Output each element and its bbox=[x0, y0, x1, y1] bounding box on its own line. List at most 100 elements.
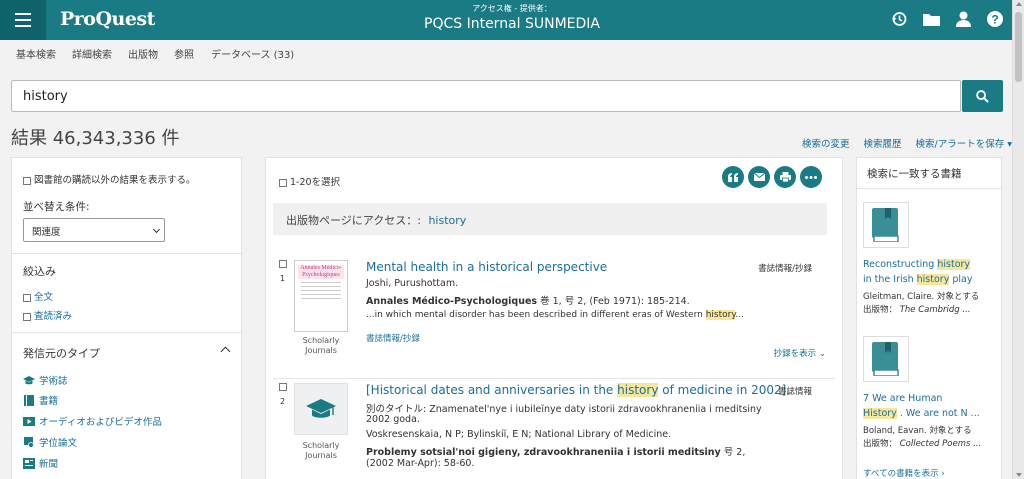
record-title[interactable]: [Historical dates and anniversaries in t… bbox=[366, 383, 790, 397]
books-panel-title: 検索に一致する書籍 bbox=[867, 168, 962, 180]
nav-bar: 基本検索 詳細検索 出版物 参照 データベース (33) bbox=[0, 40, 1012, 64]
email-button[interactable] bbox=[748, 166, 770, 188]
checkbox[interactable] bbox=[23, 176, 31, 185]
nav-browse[interactable]: 参照 bbox=[174, 46, 194, 61]
cite-button[interactable] bbox=[722, 166, 744, 188]
journal-placeholder-thumbnail[interactable] bbox=[294, 383, 348, 435]
source-type-title: 発信元のタイプ bbox=[23, 347, 100, 360]
divider bbox=[12, 253, 241, 254]
library-option[interactable]: 図書館の購読以外の結果を表示する。 bbox=[23, 172, 196, 186]
save-search-link[interactable]: 検索/アラートを保存 ▾ bbox=[916, 136, 1013, 150]
book-item: 7 We are Human History . We are not N ...… bbox=[863, 336, 997, 461]
record-number: 1 bbox=[280, 274, 286, 283]
chevron-up-icon[interactable] bbox=[220, 346, 231, 357]
result-actions bbox=[722, 166, 822, 188]
more-actions-button[interactable] bbox=[800, 166, 822, 188]
search-history-link[interactable]: 検索履歴 bbox=[863, 136, 901, 150]
book-author: Gleitman, Claire. 対象とする bbox=[863, 292, 980, 302]
filter-full-text[interactable]: 全文 bbox=[23, 289, 53, 303]
book-author: Boland, Eavan. 対象とする bbox=[863, 426, 972, 436]
publication-access: 出版物ページにアクセス：: history bbox=[273, 203, 827, 235]
history-icon[interactable] bbox=[890, 10, 908, 28]
record-authors: Voskresenskaia, N P; Bylinskiĭ, E N; Nat… bbox=[366, 429, 672, 440]
record-date: (2002 Mar-Apr): 58-60. bbox=[366, 458, 475, 469]
search-actions: 検索の変更 検索履歴 検索/アラートを保存 ▾ bbox=[802, 136, 1012, 150]
source-type-newspapers[interactable]: 新聞 bbox=[23, 456, 58, 470]
search-input[interactable] bbox=[12, 81, 952, 111]
sort-select[interactable]: 関連度 bbox=[23, 218, 165, 242]
mortarboard-icon bbox=[23, 375, 35, 384]
source-type-dissertations[interactable]: 学位論文 bbox=[23, 435, 77, 449]
record-format: 書誌情報 bbox=[777, 387, 812, 397]
book-thumbnail[interactable] bbox=[863, 336, 909, 382]
filter-panel: 図書館の購読以外の結果を表示する。 並べ替え条件: 関連度 絞込み 全文 査読済… bbox=[11, 157, 242, 479]
divider bbox=[857, 188, 1001, 189]
checkbox[interactable] bbox=[279, 178, 287, 187]
book-item: Reconstructing history in the Irish histo… bbox=[863, 202, 997, 327]
certificate-icon bbox=[24, 436, 34, 448]
record-title[interactable]: Mental health in a historical perspectiv… bbox=[366, 260, 607, 274]
record-number: 2 bbox=[280, 397, 286, 406]
account-name: PQCS Internal SUNMEDIA bbox=[424, 16, 600, 32]
modify-search-link[interactable]: 検索の変更 bbox=[802, 136, 850, 150]
source-type-books[interactable]: 書籍 bbox=[23, 393, 58, 407]
record-checkbox[interactable] bbox=[279, 383, 287, 391]
sort-label: 並べ替え条件: bbox=[23, 201, 90, 213]
print-button[interactable] bbox=[774, 166, 796, 188]
journal-cover-thumbnail[interactable]: Annales Médico-Psychologiques bbox=[294, 260, 348, 332]
nav-publications[interactable]: 出版物 bbox=[128, 46, 158, 61]
book-icon bbox=[872, 208, 899, 242]
publication-link[interactable]: history bbox=[428, 214, 466, 227]
checkbox[interactable] bbox=[23, 312, 31, 321]
show-abstract-link[interactable]: 抄録を表示 ⌄ bbox=[774, 347, 826, 359]
book-thumbnail[interactable] bbox=[863, 202, 909, 248]
result-record: 1 Annales Médico-Psychologiques Scholarl… bbox=[266, 260, 842, 378]
quote-icon bbox=[728, 172, 738, 182]
book-title[interactable]: 7 We are Human History . We are not N ... bbox=[863, 392, 997, 421]
record-alt-title: 別のタイトル: Znamenatel'nye i iubileĭnye daty… bbox=[366, 404, 762, 415]
record-source: Problemy sotsial'noi gigieny, zdravookhr… bbox=[366, 447, 746, 458]
source-type-audio-video[interactable]: オーディオおよびビデオ作品 bbox=[23, 414, 162, 428]
scroll-up-icon[interactable] bbox=[1016, 2, 1022, 6]
book-title[interactable]: Reconstructing history in the Irish histo… bbox=[863, 258, 997, 287]
nav-databases[interactable]: データベース (33) bbox=[211, 46, 294, 61]
ellipsis-icon bbox=[805, 175, 817, 179]
checkbox[interactable] bbox=[23, 293, 31, 302]
search-box bbox=[11, 80, 961, 112]
filter-title: 絞込み bbox=[23, 265, 56, 278]
print-icon bbox=[779, 172, 791, 182]
envelope-icon bbox=[753, 173, 765, 181]
user-icon[interactable] bbox=[954, 10, 972, 28]
results-panel: 1-20を選択 出版物ページにアクセス：: history 1 Annales … bbox=[265, 157, 843, 479]
scroll-thumb[interactable] bbox=[1015, 12, 1022, 82]
view-all-books-link[interactable]: すべての書籍を表示 › bbox=[863, 467, 945, 479]
divider bbox=[12, 332, 241, 333]
divider bbox=[273, 378, 835, 379]
book-icon bbox=[24, 394, 34, 406]
menu-button[interactable] bbox=[0, 0, 46, 40]
record-cite-link[interactable]: 書誌情報/抄録 bbox=[366, 332, 420, 344]
record-format: 書誌情報/抄録 bbox=[758, 264, 812, 274]
source-type-label: Scholarly Journals bbox=[302, 441, 340, 460]
result-record: 2 Scholarly Journals [Historical dates a… bbox=[266, 383, 842, 479]
book-icon bbox=[872, 342, 899, 376]
folder-icon[interactable] bbox=[922, 10, 940, 28]
record-checkbox[interactable] bbox=[279, 260, 287, 268]
filter-peer-reviewed[interactable]: 査読済み bbox=[23, 308, 72, 322]
source-type-journals[interactable]: 学術誌 bbox=[23, 373, 68, 387]
top-header: ProQuest アクセス権 - 提供者： PQCS Internal SUNM… bbox=[0, 0, 1012, 40]
page-scrollbar[interactable] bbox=[1012, 0, 1024, 479]
select-all[interactable]: 1-20を選択 bbox=[279, 174, 340, 188]
film-icon bbox=[23, 416, 35, 426]
hamburger-icon-bar bbox=[15, 25, 31, 27]
proquest-logo[interactable]: ProQuest bbox=[60, 8, 155, 30]
nav-advanced-search[interactable]: 詳細検索 bbox=[72, 46, 112, 61]
book-publication: 出版物： The Cambridg ... bbox=[863, 305, 971, 315]
help-icon[interactable]: ? bbox=[986, 10, 1004, 28]
chevron-down-icon bbox=[152, 225, 161, 234]
scroll-down-icon[interactable] bbox=[1016, 473, 1022, 477]
account-info: アクセス権 - 提供者： PQCS Internal SUNMEDIA bbox=[412, 4, 612, 34]
search-button[interactable] bbox=[962, 80, 1003, 112]
nav-basic-search[interactable]: 基本検索 bbox=[16, 46, 56, 61]
record-snippet: ...in which mental disorder has been des… bbox=[366, 310, 744, 320]
